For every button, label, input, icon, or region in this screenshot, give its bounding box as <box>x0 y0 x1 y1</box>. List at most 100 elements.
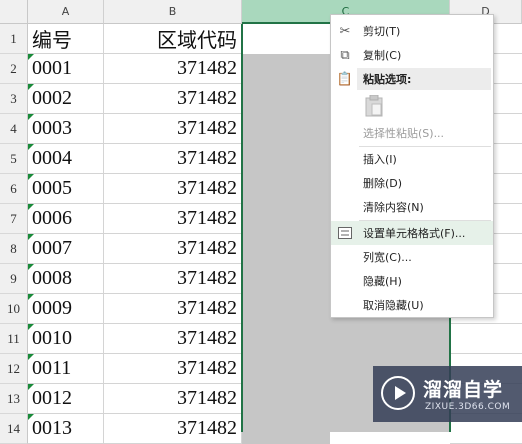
menu-item-paste-special[interactable]: 选择性粘贴(S)... <box>331 121 493 145</box>
cell-b[interactable]: 371482 <box>104 204 242 234</box>
menu-item-format-cells[interactable]: 设置单元格格式(F)... <box>331 221 493 245</box>
cell-a-text: 0008 <box>32 267 72 289</box>
cell-c[interactable] <box>242 84 330 114</box>
cell-b[interactable]: 371482 <box>104 84 242 114</box>
row-header[interactable]: 12 <box>0 354 28 384</box>
cell-a[interactable]: 0010 <box>28 324 104 354</box>
select-all-corner[interactable] <box>0 0 28 24</box>
row-header[interactable]: 6 <box>0 174 28 204</box>
watermark-subtitle: ZIXUE.3D66.COM <box>425 402 511 412</box>
cell-b[interactable]: 371482 <box>104 264 242 294</box>
cell-c[interactable] <box>242 414 330 444</box>
cell-a[interactable]: 编号 <box>28 24 104 54</box>
cell-b[interactable]: 371482 <box>104 234 242 264</box>
menu-item-copy[interactable]: ⧉ 复制(C) <box>331 43 493 67</box>
menu-item-cut-label: 剪切(T) <box>363 25 401 38</box>
number-as-text-indicator-icon <box>28 294 34 300</box>
cell-a-text: 0013 <box>32 417 72 439</box>
cell-a-text: 0005 <box>32 177 72 199</box>
cell-c[interactable] <box>242 354 330 384</box>
scissors-icon: ✂ <box>339 23 351 39</box>
cell-a-text: 0010 <box>32 327 72 349</box>
row-header[interactable]: 8 <box>0 234 28 264</box>
cell-c[interactable] <box>242 324 330 354</box>
menu-item-cut[interactable]: ✂ 剪切(T) <box>331 19 493 43</box>
cell-a-text: 0012 <box>32 387 72 409</box>
number-as-text-indicator-icon <box>28 114 34 120</box>
watermark-title: 溜溜自学 <box>423 379 504 401</box>
cell-d[interactable] <box>450 324 522 354</box>
cell-b[interactable]: 371482 <box>104 294 242 324</box>
cell-a[interactable]: 0012 <box>28 384 104 414</box>
cell-c[interactable] <box>242 174 330 204</box>
cell-b[interactable]: 区域代码 <box>104 24 242 54</box>
number-as-text-indicator-icon <box>28 234 34 240</box>
cell-b[interactable]: 371482 <box>104 144 242 174</box>
cell-a[interactable]: 0011 <box>28 354 104 384</box>
menu-item-clear[interactable]: 清除内容(N) <box>331 195 493 219</box>
row-header[interactable]: 1 <box>0 24 28 54</box>
cell-a[interactable]: 0001 <box>28 54 104 84</box>
cell-b[interactable]: 371482 <box>104 354 242 384</box>
cell-c[interactable] <box>242 114 330 144</box>
paste-options-header: 粘贴选项: <box>357 68 491 90</box>
cell-a[interactable]: 0006 <box>28 204 104 234</box>
number-as-text-indicator-icon <box>28 264 34 270</box>
row-header[interactable]: 10 <box>0 294 28 324</box>
cell-c[interactable] <box>242 264 330 294</box>
clipboard-paste-icon[interactable] <box>365 95 383 117</box>
menu-item-format-cells-label: 设置单元格格式(F)... <box>363 227 466 240</box>
play-logo-icon <box>381 376 415 410</box>
cell-a[interactable]: 0005 <box>28 174 104 204</box>
row-header[interactable]: 14 <box>0 414 28 444</box>
number-as-text-indicator-icon <box>28 204 34 210</box>
cell-b[interactable]: 371482 <box>104 324 242 354</box>
column-header-a[interactable]: A <box>28 0 104 24</box>
cell-a[interactable]: 0007 <box>28 234 104 264</box>
number-as-text-indicator-icon <box>28 384 34 390</box>
menu-item-unhide[interactable]: 取消隐藏(U) <box>331 293 493 317</box>
row-header[interactable]: 2 <box>0 54 28 84</box>
cell-b[interactable]: 371482 <box>104 174 242 204</box>
cell-a[interactable]: 0008 <box>28 264 104 294</box>
cell-a-text: 0002 <box>32 87 72 109</box>
menu-item-delete[interactable]: 删除(D) <box>331 171 493 195</box>
cell-a[interactable]: 0003 <box>28 114 104 144</box>
cell-a-text: 编号 <box>32 30 72 52</box>
row-header[interactable]: 9 <box>0 264 28 294</box>
cell-c[interactable] <box>242 384 330 414</box>
cell-c[interactable] <box>242 204 330 234</box>
cell-c[interactable] <box>242 294 330 324</box>
row-header[interactable]: 13 <box>0 384 28 414</box>
watermark: 溜溜自学 ZIXUE.3D66.COM <box>373 366 522 422</box>
cell-b[interactable]: 371482 <box>104 114 242 144</box>
menu-item-column-width[interactable]: 列宽(C)... <box>331 245 493 269</box>
cell-a[interactable]: 0009 <box>28 294 104 324</box>
number-as-text-indicator-icon <box>28 84 34 90</box>
cell-a[interactable]: 0002 <box>28 84 104 114</box>
cell-c[interactable] <box>242 234 330 264</box>
number-as-text-indicator-icon <box>28 414 34 420</box>
cell-a[interactable]: 0004 <box>28 144 104 174</box>
column-header-b[interactable]: B <box>104 0 242 24</box>
cell-b[interactable]: 371482 <box>104 414 242 444</box>
row-header[interactable]: 7 <box>0 204 28 234</box>
cell-c[interactable] <box>242 24 330 54</box>
cell-c[interactable] <box>242 54 330 84</box>
row-header[interactable]: 11 <box>0 324 28 354</box>
cell-b[interactable]: 371482 <box>104 384 242 414</box>
menu-item-insert-label: 插入(I) <box>363 153 397 166</box>
menu-item-insert[interactable]: 插入(I) <box>331 147 493 171</box>
cell-a-text: 0007 <box>32 237 72 259</box>
cell-a-text: 0006 <box>32 207 72 229</box>
cell-c[interactable] <box>242 144 330 174</box>
menu-item-hide[interactable]: 隐藏(H) <box>331 269 493 293</box>
menu-item-clear-label: 清除内容(N) <box>363 201 424 214</box>
row-header[interactable]: 4 <box>0 114 28 144</box>
cell-b[interactable]: 371482 <box>104 54 242 84</box>
row-header[interactable]: 3 <box>0 84 28 114</box>
menu-item-unhide-label: 取消隐藏(U) <box>363 299 424 312</box>
cell-a[interactable]: 0013 <box>28 414 104 444</box>
row-header[interactable]: 5 <box>0 144 28 174</box>
number-as-text-indicator-icon <box>28 324 34 330</box>
